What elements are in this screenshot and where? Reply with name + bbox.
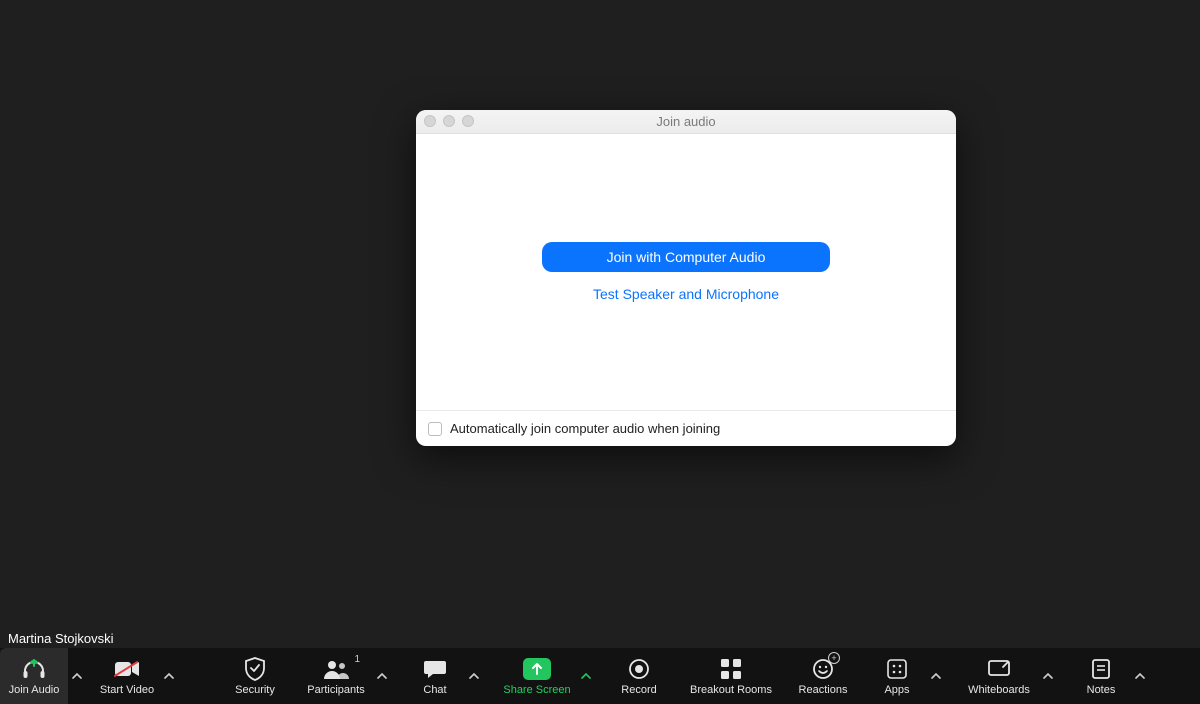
chat-dropdown[interactable] bbox=[465, 648, 483, 704]
auto-join-audio-label: Automatically join computer audio when j… bbox=[450, 421, 720, 436]
whiteboard-icon bbox=[987, 656, 1011, 682]
headphones-icon bbox=[21, 656, 47, 682]
participants-icon: 1 bbox=[322, 656, 350, 682]
reactions-label: Reactions bbox=[799, 684, 848, 696]
breakout-rooms-button[interactable]: Breakout Rooms bbox=[683, 648, 779, 704]
start-video-dropdown[interactable] bbox=[160, 648, 178, 704]
share-screen-button[interactable]: Share Screen bbox=[497, 648, 577, 704]
join-with-computer-audio-button[interactable]: Join with Computer Audio bbox=[542, 242, 830, 272]
security-button[interactable]: Security bbox=[225, 648, 285, 704]
auto-join-audio-checkbox[interactable] bbox=[428, 422, 442, 436]
record-button[interactable]: Record bbox=[609, 648, 669, 704]
apps-icon bbox=[886, 656, 908, 682]
notes-dropdown[interactable] bbox=[1131, 648, 1149, 704]
traffic-light-close[interactable] bbox=[424, 115, 436, 127]
test-speaker-and-microphone-link[interactable]: Test Speaker and Microphone bbox=[593, 286, 779, 302]
breakout-rooms-label: Breakout Rooms bbox=[690, 684, 772, 696]
video-camera-slash-icon bbox=[114, 656, 140, 682]
smile-icon: + bbox=[812, 656, 834, 682]
whiteboards-label: Whiteboards bbox=[968, 684, 1030, 696]
dialog-body: Join with Computer Audio Test Speaker an… bbox=[416, 134, 956, 410]
window-traffic-lights bbox=[424, 115, 474, 127]
meeting-toolbar: Join Audio Start Video bbox=[0, 648, 1200, 704]
share-screen-dropdown[interactable] bbox=[577, 648, 595, 704]
dialog-footer: Automatically join computer audio when j… bbox=[416, 410, 956, 446]
join-audio-dropdown[interactable] bbox=[68, 648, 86, 704]
chat-label: Chat bbox=[423, 684, 446, 696]
participant-name-label: Martina Stojkovski bbox=[4, 629, 117, 648]
chat-button[interactable]: Chat bbox=[405, 648, 465, 704]
notes-button[interactable]: Notes bbox=[1071, 648, 1131, 704]
notes-label: Notes bbox=[1087, 684, 1116, 696]
start-video-label: Start Video bbox=[100, 684, 154, 696]
join-audio-label: Join Audio bbox=[9, 684, 60, 696]
dialog-title: Join audio bbox=[416, 114, 956, 129]
notes-icon bbox=[1090, 656, 1112, 682]
participants-dropdown[interactable] bbox=[373, 648, 391, 704]
security-label: Security bbox=[235, 684, 275, 696]
join-audio-dialog: Join audio Join with Computer Audio Test… bbox=[416, 110, 956, 446]
dialog-titlebar: Join audio bbox=[416, 110, 956, 134]
participants-button[interactable]: 1 Participants bbox=[299, 648, 373, 704]
share-screen-label: Share Screen bbox=[503, 684, 570, 696]
participants-label: Participants bbox=[307, 684, 364, 696]
apps-button[interactable]: Apps bbox=[867, 648, 927, 704]
start-video-button[interactable]: Start Video bbox=[94, 648, 160, 704]
whiteboards-button[interactable]: Whiteboards bbox=[959, 648, 1039, 704]
reactions-button[interactable]: + Reactions bbox=[793, 648, 853, 704]
chat-icon bbox=[423, 656, 447, 682]
share-screen-icon bbox=[523, 656, 551, 682]
breakout-rooms-icon bbox=[720, 656, 742, 682]
record-label: Record bbox=[621, 684, 656, 696]
record-icon bbox=[628, 656, 650, 682]
traffic-light-zoom[interactable] bbox=[462, 115, 474, 127]
reactions-plus-icon: + bbox=[828, 652, 840, 664]
apps-label: Apps bbox=[884, 684, 909, 696]
participants-count-badge: 1 bbox=[354, 654, 360, 665]
whiteboards-dropdown[interactable] bbox=[1039, 648, 1057, 704]
traffic-light-minimize[interactable] bbox=[443, 115, 455, 127]
apps-dropdown[interactable] bbox=[927, 648, 945, 704]
join-audio-button[interactable]: Join Audio bbox=[0, 648, 68, 704]
shield-icon bbox=[244, 656, 266, 682]
